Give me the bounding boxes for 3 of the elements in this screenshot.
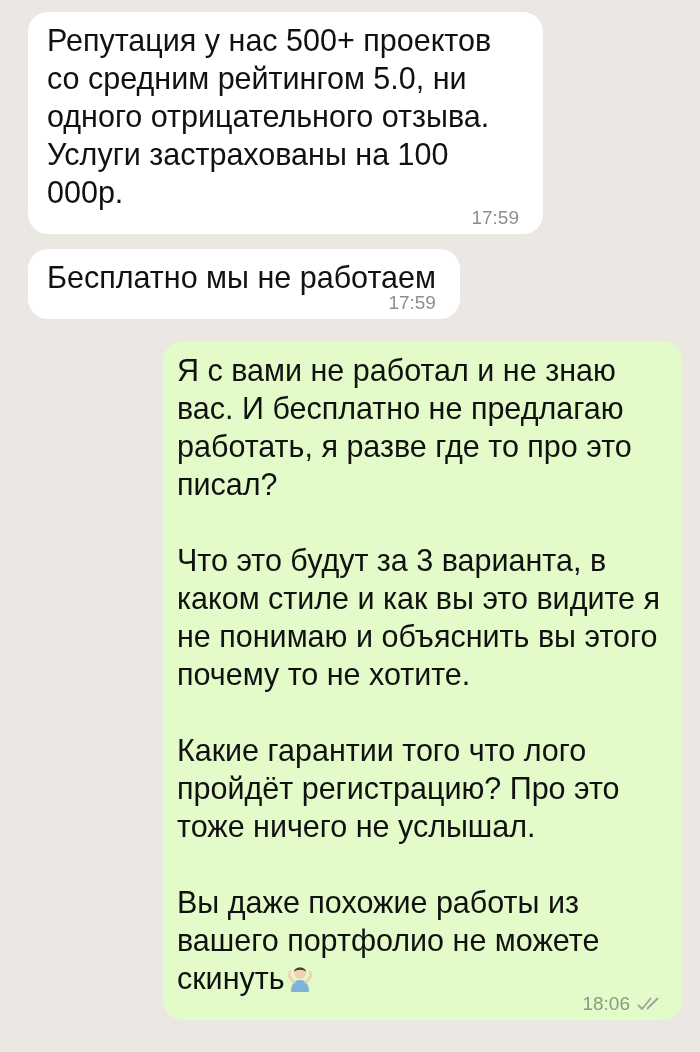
message-text: Я с вами не работал и не знаю вас. И бесплатно не предлагаю работать, я разве где то про это писал? xyxy=(177,352,633,503)
message-text: Какие гарантии того что лого пройдёт регистрацию? Про это тоже ничего не услышал. xyxy=(177,732,621,845)
message-text: Что это будут за 3 варианта, в каком стиле и как вы это видите я не понимаю и объяснить вы этого почему то не хотите. xyxy=(177,542,662,693)
